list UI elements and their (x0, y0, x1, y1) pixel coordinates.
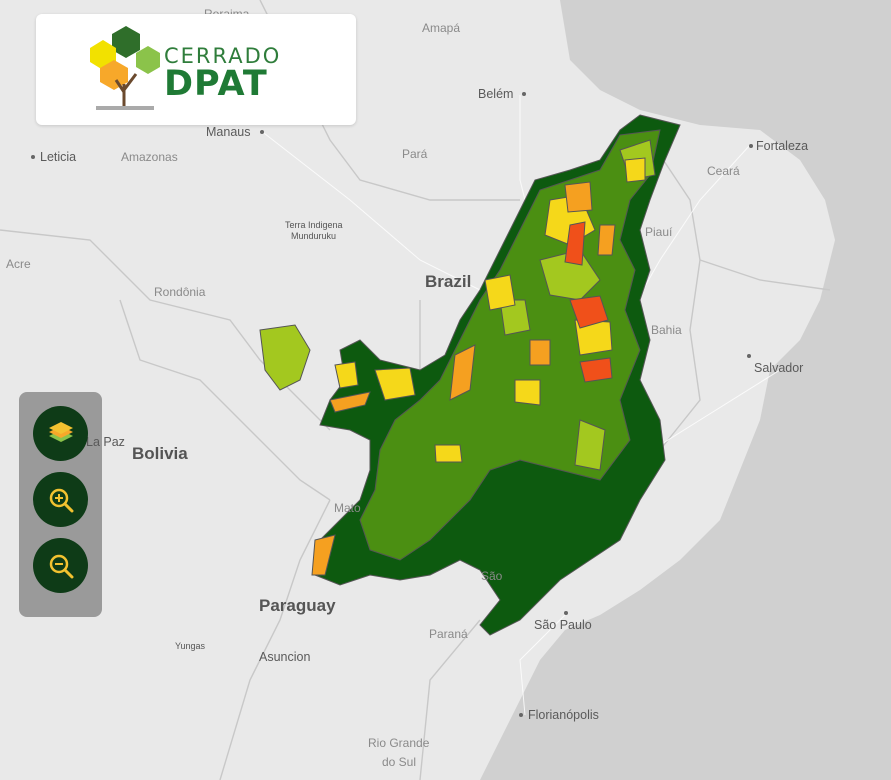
label-mato: Mato (334, 501, 361, 515)
city-dot (31, 155, 35, 159)
label-amapa: Amapá (422, 21, 460, 35)
tree-logo-icon (90, 26, 160, 110)
label-terra-indigena: Terra Indigena (285, 220, 343, 230)
label-fortaleza: Fortaleza (756, 139, 808, 153)
zoom-out-icon (49, 554, 73, 578)
region-yellow (624, 157, 646, 183)
city-dot (747, 354, 751, 358)
region-yellow (514, 379, 541, 406)
region-yellow (484, 274, 516, 311)
label-yungas: Yungas (175, 641, 206, 651)
city-dot (519, 713, 523, 717)
label-manaus: Manaus (206, 125, 250, 139)
zoom-in-button[interactable] (33, 472, 88, 527)
label-piaui: Piauí (645, 225, 673, 239)
label-ceara: Ceará (707, 164, 740, 178)
label-bolivia: Bolivia (132, 444, 188, 463)
label-leticia: Leticia (40, 150, 76, 164)
region-orange (564, 181, 593, 213)
label-bahia: Bahia (651, 323, 682, 337)
label-parana: Paraná (429, 627, 468, 641)
label-asuncion: Asuncion (259, 650, 310, 664)
zoom-out-button[interactable] (33, 538, 88, 593)
logo-card[interactable]: CERRADO DPAT (36, 14, 356, 125)
logo-word-dpat: DPAT (164, 64, 268, 104)
layers-icon (48, 421, 73, 442)
label-acre: Acre (6, 257, 31, 271)
layers-button[interactable] (33, 406, 88, 461)
label-sao: São (481, 569, 503, 583)
city-dot (522, 92, 526, 96)
label-paraguay: Paraguay (259, 596, 336, 615)
city-dot (260, 130, 264, 134)
region-orange (597, 224, 616, 256)
city-dot (564, 611, 568, 615)
label-para: Pará (402, 147, 428, 161)
region-yellow (434, 444, 463, 463)
label-sao-paulo: São Paulo (534, 618, 592, 632)
label-belem: Belém (478, 87, 513, 101)
label-do-sul: do Sul (382, 755, 416, 769)
label-amazonas: Amazonas (121, 150, 178, 164)
region-orange (529, 339, 551, 366)
label-rio-grande: Rio Grande (368, 736, 430, 750)
label-munduruku: Munduruku (291, 231, 336, 241)
label-florianopolis: Florianópolis (528, 708, 599, 722)
city-dot (749, 144, 753, 148)
region-red (579, 357, 613, 383)
label-rondonia: Rondônia (154, 285, 206, 299)
zoom-in-icon (49, 488, 73, 512)
label-brazil: Brazil (425, 272, 471, 291)
label-salvador: Salvador (754, 361, 803, 375)
map-controls-panel (19, 392, 102, 617)
